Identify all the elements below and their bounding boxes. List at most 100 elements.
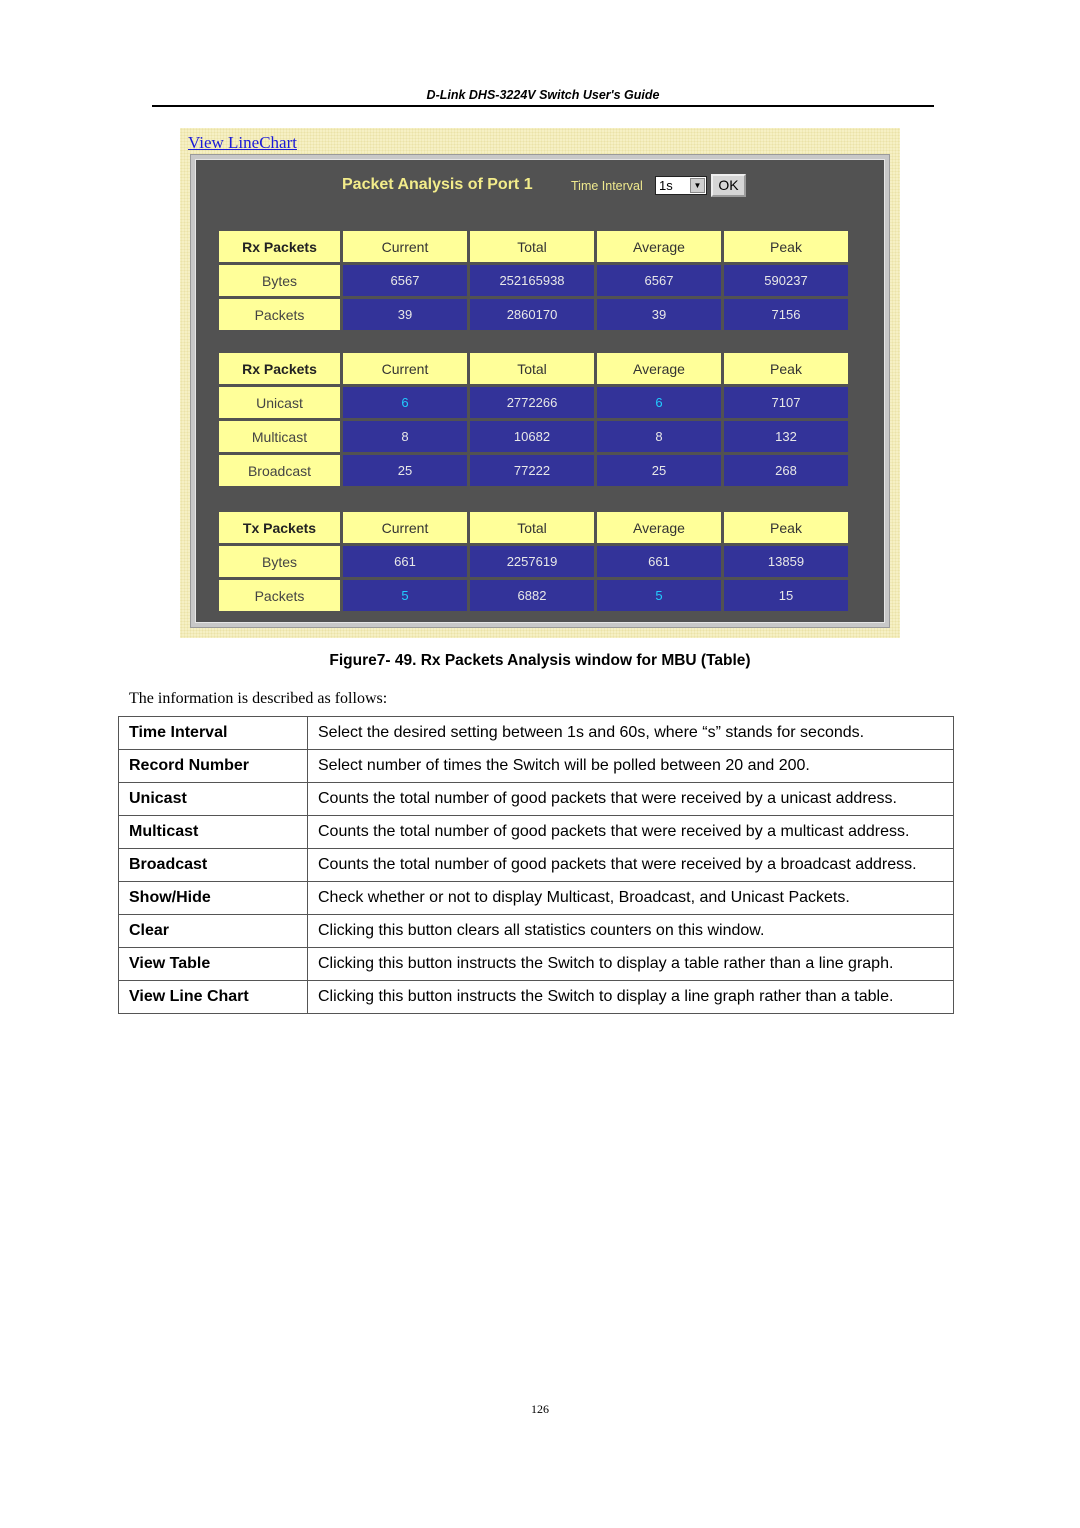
header-cell: Rx Packets (219, 231, 340, 262)
term-cell: Record Number (118, 749, 308, 783)
term-cell: Show/Hide (118, 881, 308, 915)
value-cell: 10682 (470, 421, 594, 452)
value-cell: 39 (597, 299, 721, 330)
term-cell: Clear (118, 914, 308, 948)
value-cell: 25 (343, 455, 467, 486)
table-header-row: Rx Packets Current Total Average Peak (219, 353, 848, 384)
panel-title: Packet Analysis of Port 1 (342, 176, 533, 193)
value-cell: 5 (343, 580, 467, 611)
term-cell: Time Interval (118, 716, 308, 750)
desc-cell: Counts the total number of good packets … (307, 782, 954, 816)
term-cell: Unicast (118, 782, 308, 816)
page-header: D-Link DHS-3224V Switch User's Guide (152, 88, 934, 107)
rx-cast-table: Rx Packets Current Total Average Peak Un… (216, 350, 851, 489)
header-cell: Average (597, 512, 721, 543)
value-cell: 6567 (597, 265, 721, 296)
table-row: Broadcast 25 77222 25 268 (219, 455, 848, 486)
table-row: Show/Hide Check whether or not to display… (118, 881, 954, 915)
desc-cell: Clicking this button instructs the Switc… (307, 980, 954, 1014)
description-table: Time Interval Select the desired setting … (118, 716, 954, 1014)
time-interval-select[interactable]: 1s ▼ (655, 176, 707, 195)
time-interval-label: Time Interval (571, 179, 643, 193)
intro-text: The information is described as follows: (129, 690, 388, 707)
value-cell: 661 (597, 546, 721, 577)
header-cell: Total (470, 353, 594, 384)
header-cell: Total (470, 512, 594, 543)
value-cell: 13859 (724, 546, 848, 577)
value-cell: 8 (343, 421, 467, 452)
desc-cell: Clicking this button clears all statisti… (307, 914, 954, 948)
value-cell: 6 (597, 387, 721, 418)
panel-frame: Packet Analysis of Port 1 Time Interval … (190, 154, 890, 628)
table-row: Multicast Counts the total number of good… (118, 815, 954, 849)
value-cell: 6882 (470, 580, 594, 611)
table-row: Multicast 8 10682 8 132 (219, 421, 848, 452)
term-cell: View Line Chart (118, 980, 308, 1014)
view-linechart-link[interactable]: View LineChart (188, 133, 297, 153)
row-label: Packets (219, 580, 340, 611)
row-label: Bytes (219, 546, 340, 577)
rx-bytes-table: Rx Packets Current Total Average Peak By… (216, 228, 851, 333)
term-cell: Broadcast (118, 848, 308, 882)
header-cell: Peak (724, 353, 848, 384)
row-label: Multicast (219, 421, 340, 452)
header-cell: Peak (724, 231, 848, 262)
table-row: Time Interval Select the desired setting … (118, 716, 954, 750)
value-cell: 6567 (343, 265, 467, 296)
value-cell: 25 (597, 455, 721, 486)
row-label: Unicast (219, 387, 340, 418)
table-row: Broadcast Counts the total number of good… (118, 848, 954, 882)
header-cell: Peak (724, 512, 848, 543)
value-cell: 7107 (724, 387, 848, 418)
table-row: Packets 39 2860170 39 7156 (219, 299, 848, 330)
value-cell: 8 (597, 421, 721, 452)
term-cell: View Table (118, 947, 308, 981)
header-cell: Average (597, 353, 721, 384)
header-cell: Average (597, 231, 721, 262)
table-row: Clear Clicking this button clears all sta… (118, 914, 954, 948)
panel-inner: Packet Analysis of Port 1 Time Interval … (195, 159, 885, 623)
table-row: Unicast 6 2772266 6 7107 (219, 387, 848, 418)
header-cell: Current (343, 353, 467, 384)
row-label: Broadcast (219, 455, 340, 486)
value-cell: 132 (724, 421, 848, 452)
screenshot-figure: View LineChart Packet Analysis of Port 1… (180, 128, 900, 638)
term-cell: Multicast (118, 815, 308, 849)
table-row: View Line Chart Clicking this button inst… (118, 980, 954, 1014)
time-interval-value: 1s (659, 178, 673, 193)
table-row: Bytes 661 2257619 661 13859 (219, 546, 848, 577)
chevron-down-icon[interactable]: ▼ (690, 178, 705, 193)
value-cell: 7156 (724, 299, 848, 330)
value-cell: 661 (343, 546, 467, 577)
row-label: Packets (219, 299, 340, 330)
value-cell: 5 (597, 580, 721, 611)
table-row: Unicast Counts the total number of good p… (118, 782, 954, 816)
table-header-row: Rx Packets Current Total Average Peak (219, 231, 848, 262)
header-cell: Rx Packets (219, 353, 340, 384)
value-cell: 77222 (470, 455, 594, 486)
value-cell: 590237 (724, 265, 848, 296)
row-label: Bytes (219, 265, 340, 296)
desc-cell: Clicking this button instructs the Switc… (307, 947, 954, 981)
ok-button[interactable]: OK (711, 174, 746, 197)
table-header-row: Tx Packets Current Total Average Peak (219, 512, 848, 543)
value-cell: 2772266 (470, 387, 594, 418)
value-cell: 39 (343, 299, 467, 330)
desc-cell: Select the desired setting between 1s an… (307, 716, 954, 750)
value-cell: 2257619 (470, 546, 594, 577)
desc-cell: Check whether or not to display Multicas… (307, 881, 954, 915)
header-cell: Total (470, 231, 594, 262)
value-cell: 6 (343, 387, 467, 418)
desc-cell: Counts the total number of good packets … (307, 848, 954, 882)
value-cell: 252165938 (470, 265, 594, 296)
value-cell: 2860170 (470, 299, 594, 330)
header-cell: Current (343, 231, 467, 262)
header-cell: Tx Packets (219, 512, 340, 543)
table-row: Record Number Select number of times the … (118, 749, 954, 783)
desc-cell: Counts the total number of good packets … (307, 815, 954, 849)
table-row: Bytes 6567 252165938 6567 590237 (219, 265, 848, 296)
figure-caption: Figure7- 49. Rx Packets Analysis window … (329, 652, 751, 669)
value-cell: 15 (724, 580, 848, 611)
desc-cell: Select number of times the Switch will b… (307, 749, 954, 783)
header-cell: Current (343, 512, 467, 543)
